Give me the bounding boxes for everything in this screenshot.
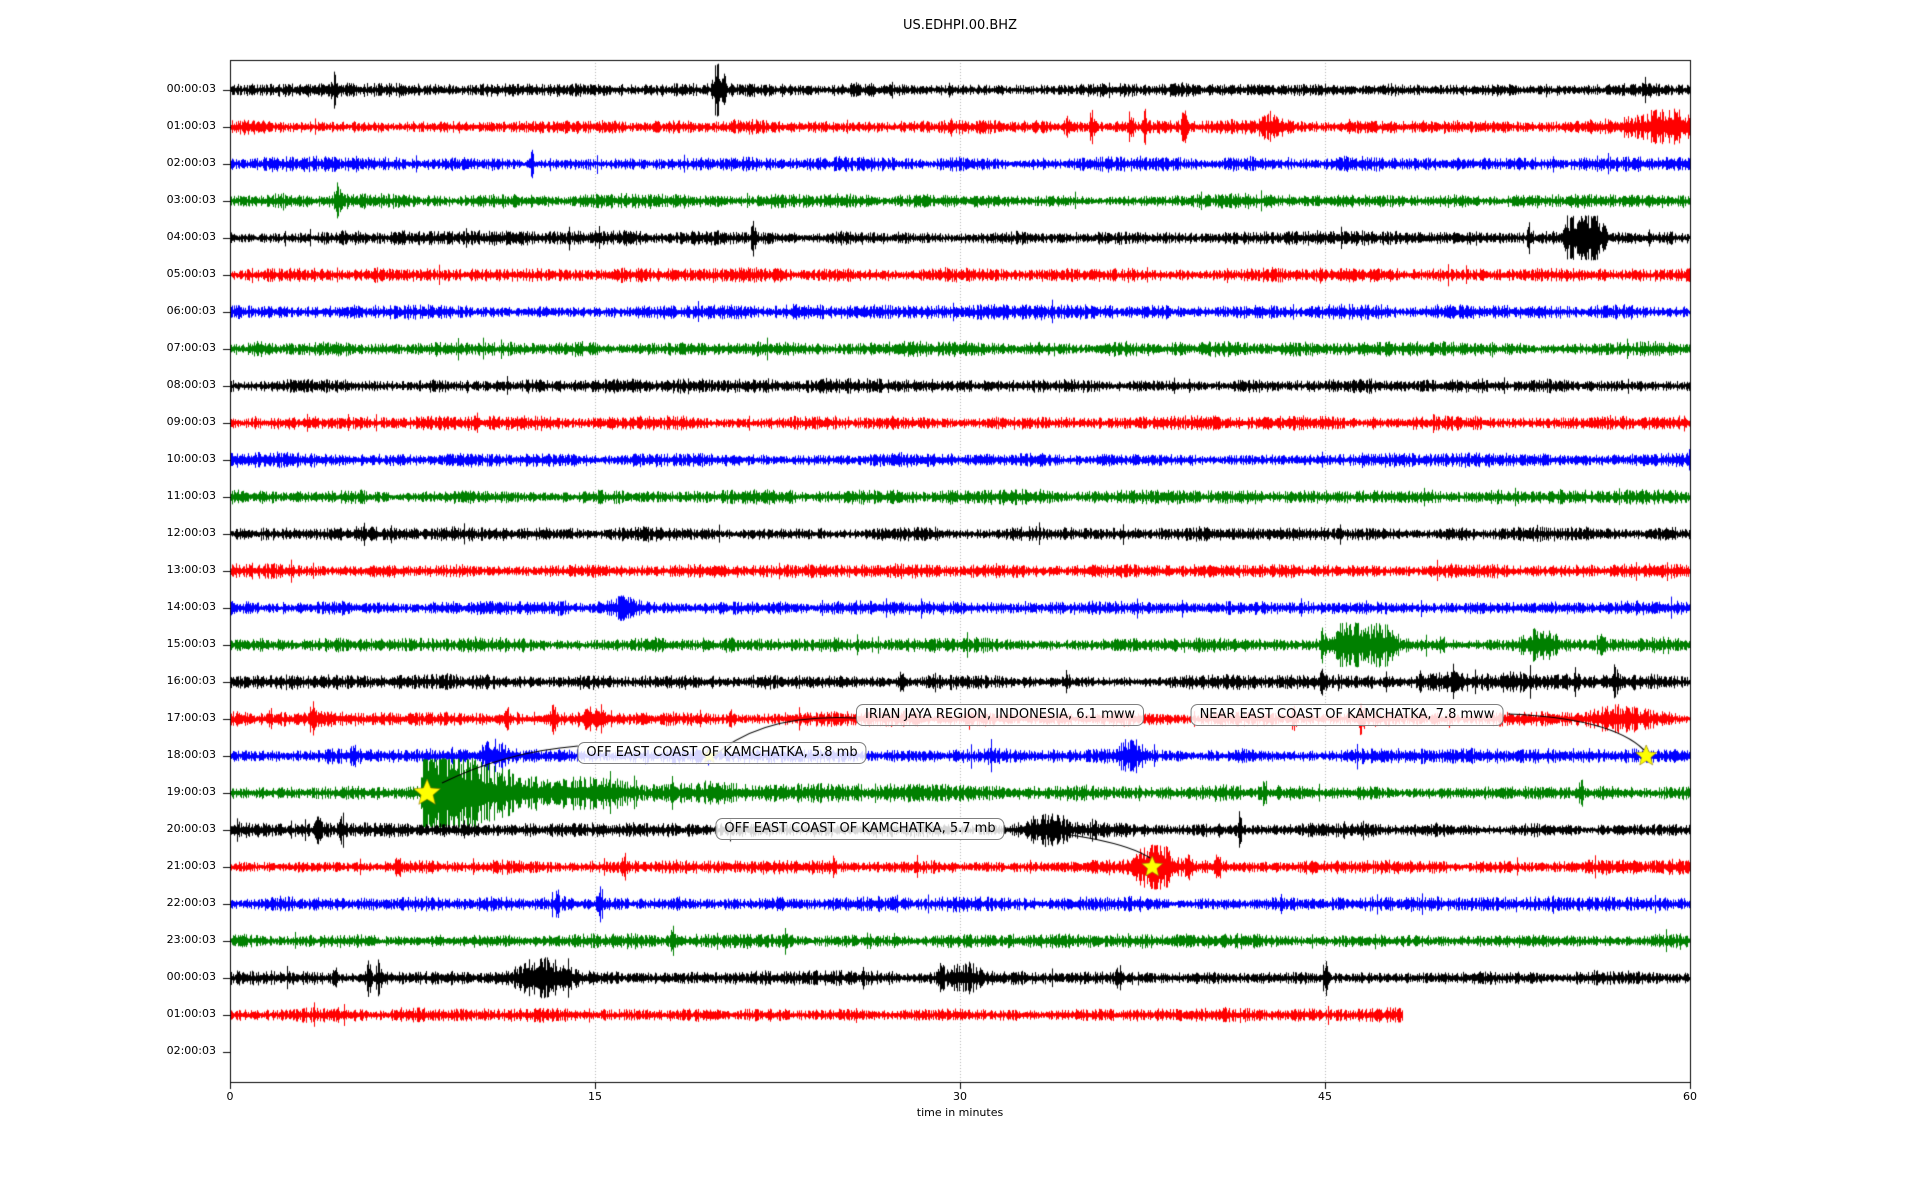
y-axis-time-label: 13:00:03 — [166, 563, 216, 576]
event-annotation-near-east-kamchatka: NEAR EAST COAST OF KAMCHATKA, 7.8 mww — [1190, 704, 1504, 726]
seismogram-canvas — [0, 0, 1920, 1200]
x-axis-tick-label: 45 — [1318, 1090, 1332, 1103]
y-axis-time-label: 18:00:03 — [166, 748, 216, 761]
y-axis-time-label: 08:00:03 — [166, 378, 216, 391]
y-axis-time-label: 20:00:03 — [166, 822, 216, 835]
y-axis-time-label: 09:00:03 — [166, 415, 216, 428]
y-axis-time-label: 21:00:03 — [166, 859, 216, 872]
event-annotation-off-east-kamchatka-57: OFF EAST COAST OF KAMCHATKA, 5.7 mb — [715, 818, 1005, 840]
y-axis-time-label: 10:00:03 — [166, 452, 216, 465]
event-annotation-irian-jaya: IRIAN JAYA REGION, INDONESIA, 6.1 mww — [856, 704, 1144, 726]
y-axis-time-label: 04:00:03 — [166, 230, 216, 243]
y-axis-time-label: 00:00:03 — [166, 970, 216, 983]
y-axis-time-label: 05:00:03 — [166, 267, 216, 280]
x-axis-tick-label: 15 — [588, 1090, 602, 1103]
y-axis-time-label: 07:00:03 — [166, 341, 216, 354]
x-axis-label: time in minutes — [916, 1106, 1004, 1119]
y-axis-time-label: 14:00:03 — [166, 600, 216, 613]
page-title: US.EDHPI.00.BHZ — [903, 18, 1017, 33]
x-axis-tick-label: 30 — [953, 1090, 967, 1103]
y-axis-time-label: 01:00:03 — [166, 119, 216, 132]
y-axis-time-label: 22:00:03 — [166, 896, 216, 909]
y-axis-time-label: 15:00:03 — [166, 637, 216, 650]
y-axis-time-label: 16:00:03 — [166, 674, 216, 687]
y-axis-time-label: 23:00:03 — [166, 933, 216, 946]
y-axis-time-label: 01:00:03 — [166, 1007, 216, 1020]
seismogram-figure: US.EDHPI.00.BHZ 00:00:03 01:00:03 02:00:03… — [0, 0, 1920, 1200]
y-axis-time-label: 03:00:03 — [166, 193, 216, 206]
y-axis-time-label: 11:00:03 — [166, 489, 216, 502]
y-axis-time-label: 02:00:03 — [166, 1044, 216, 1057]
event-annotation-off-east-kamchatka-58: OFF EAST COAST OF KAMCHATKA, 5.8 mb — [577, 742, 867, 764]
y-axis-time-label: 02:00:03 — [166, 156, 216, 169]
x-axis-tick-label: 0 — [226, 1090, 234, 1103]
x-axis-tick-label: 60 — [1683, 1090, 1697, 1103]
y-axis-time-label: 00:00:03 — [166, 82, 216, 95]
y-axis-time-label: 19:00:03 — [166, 785, 216, 798]
y-axis-time-label: 12:00:03 — [166, 526, 216, 539]
y-axis-time-label: 17:00:03 — [166, 711, 216, 724]
y-axis-time-label: 06:00:03 — [166, 304, 216, 317]
